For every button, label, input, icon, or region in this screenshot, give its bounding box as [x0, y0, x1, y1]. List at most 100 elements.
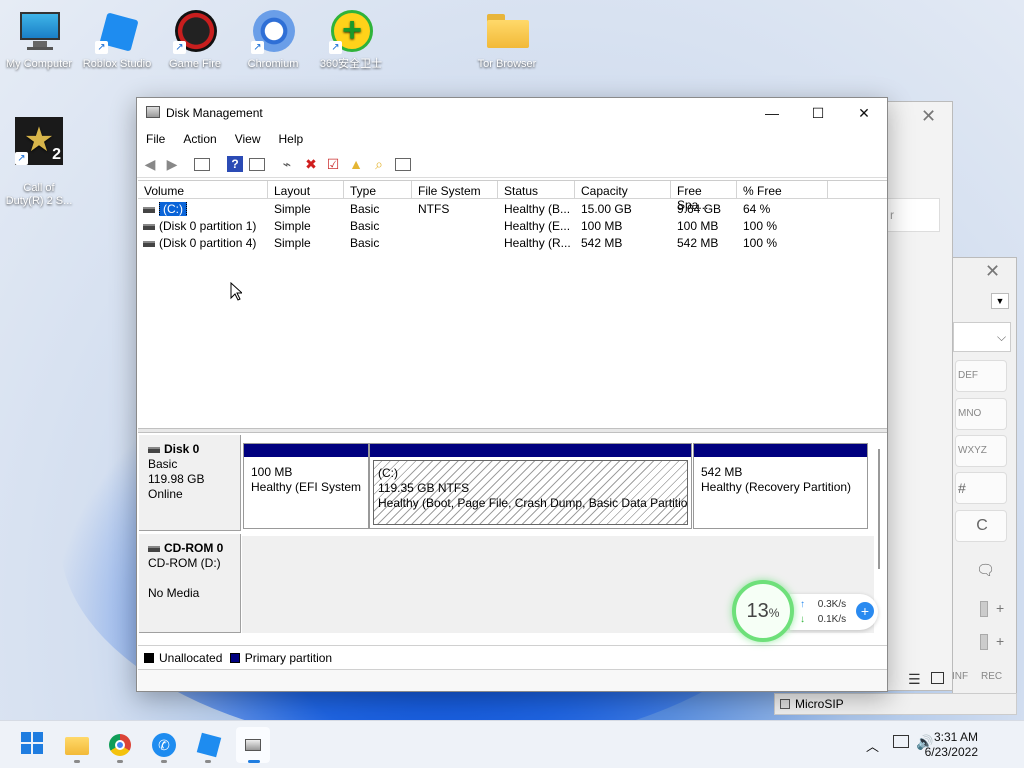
forward-arrow-icon[interactable]: ▶ [164, 156, 180, 172]
column-type[interactable]: Type [344, 181, 412, 199]
partition-recovery[interactable]: 542 MB Healthy (Recovery Partition) [693, 443, 868, 529]
cdrom-0-label[interactable]: CD-ROM 0 CD-ROM (D:) No Media [139, 534, 241, 633]
menu-action[interactable]: Action [174, 128, 225, 146]
cell-free-space: 100 MB [677, 219, 719, 233]
chevron-up-icon[interactable]: ︿ [866, 736, 879, 755]
partition-c-drive[interactable]: (C:) 119.35 GB NTFS Healthy (Boot, Page … [369, 443, 692, 529]
window-icon[interactable] [931, 672, 944, 684]
properties-view-icon[interactable] [249, 158, 265, 171]
cdrom-name: CD-ROM 0 [164, 541, 224, 555]
partition-header-bar [370, 444, 691, 457]
network-icon[interactable] [893, 735, 909, 748]
folder-icon [485, 10, 529, 54]
column-percent-free[interactable]: % Free [737, 181, 828, 199]
title-bar[interactable]: Disk Management — ☐ ✕ [137, 98, 887, 128]
disk-0-label[interactable]: Disk 0 Basic 119.98 GB Online [139, 435, 241, 531]
close-icon[interactable]: ✕ [985, 261, 1000, 282]
desktop-icon-tor-browser[interactable]: Tor Browser [468, 10, 546, 71]
file-explorer-taskbar-icon[interactable] [63, 731, 91, 759]
column-file-system[interactable]: File System [412, 181, 498, 199]
start-button[interactable] [18, 731, 46, 759]
desktop-icon-label: Roblox Studio [82, 58, 152, 70]
partition-status: Healthy (Recovery Partition) [701, 480, 852, 494]
connect-drive-icon[interactable]: ⌁ [279, 156, 295, 172]
menu-help[interactable]: Help [270, 128, 313, 146]
show-hide-console-tree-icon[interactable] [194, 158, 210, 171]
chrome-taskbar-icon[interactable] [106, 731, 134, 759]
microsip-taskbar-icon[interactable]: ✆ [150, 731, 178, 759]
desktop-icon-roblox-studio[interactable]: ↗ Roblox Studio [78, 10, 156, 71]
cell-status: Healthy (E... [504, 219, 571, 233]
partition-size: 542 MB [701, 465, 743, 479]
vertical-scrollbar[interactable] [875, 449, 885, 569]
memory-usage-ring[interactable]: 13% [732, 580, 794, 642]
menu-view[interactable]: View [226, 128, 270, 146]
plus-icon[interactable]: + [996, 633, 1004, 649]
column-volume[interactable]: Volume [138, 181, 268, 199]
column-status[interactable]: Status [498, 181, 575, 199]
volume-icon [143, 240, 155, 247]
delete-icon[interactable]: ✖ [303, 156, 319, 172]
active-indicator [248, 760, 260, 763]
folder-search-icon[interactable]: ⌕ [371, 156, 387, 172]
cod-icon: ★ 2 ↗ [15, 117, 63, 165]
menu-icon[interactable]: ☰ [908, 671, 921, 688]
volume-slider-handle[interactable] [980, 601, 988, 617]
cell-capacity: 100 MB [581, 219, 623, 233]
running-indicator [74, 760, 80, 763]
close-button[interactable]: ✕ [841, 98, 887, 128]
microsip-taskbar-title[interactable]: MicroSIP [774, 693, 1017, 715]
cell-layout: Simple [274, 219, 311, 233]
clear-button[interactable]: C [955, 510, 1007, 542]
desktop-icon-call-of-duty[interactable]: ★ 2 ↗ Call of Duty(R) 2 S... [0, 104, 78, 221]
volume-icon [143, 223, 155, 230]
maximize-button[interactable]: ☐ [795, 98, 841, 128]
background-window[interactable]: ✕ r [880, 101, 953, 691]
dropdown-button[interactable]: ▼ [991, 293, 1009, 309]
help-icon[interactable]: ? [227, 156, 243, 172]
column-capacity[interactable]: Capacity [575, 181, 671, 199]
desktop-icon-my-computer[interactable]: My Computer [0, 10, 78, 71]
dialpad-key-3[interactable]: DEF [955, 360, 1007, 392]
menu-file[interactable]: File [137, 128, 174, 146]
message-icon[interactable]: 🗨 [976, 561, 1002, 581]
menu-bar: File Action View Help [137, 128, 887, 150]
desktop-icon-label: Game Fire [169, 58, 221, 70]
column-layout[interactable]: Layout [268, 181, 344, 199]
disk-type: Basic [148, 457, 178, 471]
partition-status: Healthy (EFI System P [251, 480, 365, 494]
column-free-space[interactable]: Free Spa... [671, 181, 737, 212]
scrollbar-thumb[interactable] [878, 449, 880, 569]
download-arrow-icon: ↓ [800, 614, 805, 625]
system-clock[interactable]: 3:31 AM 6/23/2022 [925, 730, 978, 760]
boost-plus-icon[interactable]: + [856, 602, 874, 620]
search-field[interactable]: r [885, 198, 940, 232]
back-arrow-icon[interactable]: ◀ [142, 156, 158, 172]
desktop-icon-360[interactable]: + ↗ 360安全卫士 [312, 10, 390, 71]
cdrom-media: No Media [148, 586, 200, 600]
rec-button[interactable]: REC [981, 671, 1002, 682]
desktop-icon-game-fire[interactable]: ↗ Game Fire [156, 10, 234, 71]
network-monitor-widget[interactable]: ↑ 0.3K/s ↓ 0.1K/s + 13% [732, 580, 878, 642]
cell-file-system: NTFS [418, 202, 450, 216]
window-title: Disk Management [166, 106, 263, 120]
dialpad-key-hash[interactable]: # [955, 472, 1007, 504]
gamefire-icon: ↗ [173, 10, 217, 54]
disk-management-taskbar-icon[interactable] [236, 727, 270, 763]
roblox-studio-taskbar-icon[interactable] [194, 731, 222, 759]
dialpad-key-9[interactable]: WXYZ [955, 435, 1007, 467]
folder-up-icon[interactable]: ▲ [348, 156, 364, 172]
check-properties-icon[interactable]: ☑ [325, 156, 341, 172]
disk-state: Online [148, 487, 183, 501]
dialpad-key-6[interactable]: MNO [955, 398, 1007, 430]
partition-efi[interactable]: 100 MB Healthy (EFI System P [243, 443, 369, 529]
list-view-icon[interactable] [395, 158, 411, 171]
cell-layout: Simple [274, 202, 311, 216]
minimize-button[interactable]: — [749, 98, 795, 128]
volume-list[interactable]: Volume Layout Type File System Status Ca… [138, 180, 887, 426]
mic-slider-handle[interactable] [980, 634, 988, 650]
close-icon[interactable]: ✕ [921, 106, 936, 127]
inf-label[interactable]: INF [952, 671, 968, 682]
desktop-icon-chromium[interactable]: ↗ Chromium [234, 10, 312, 71]
plus-icon[interactable]: + [996, 600, 1004, 616]
